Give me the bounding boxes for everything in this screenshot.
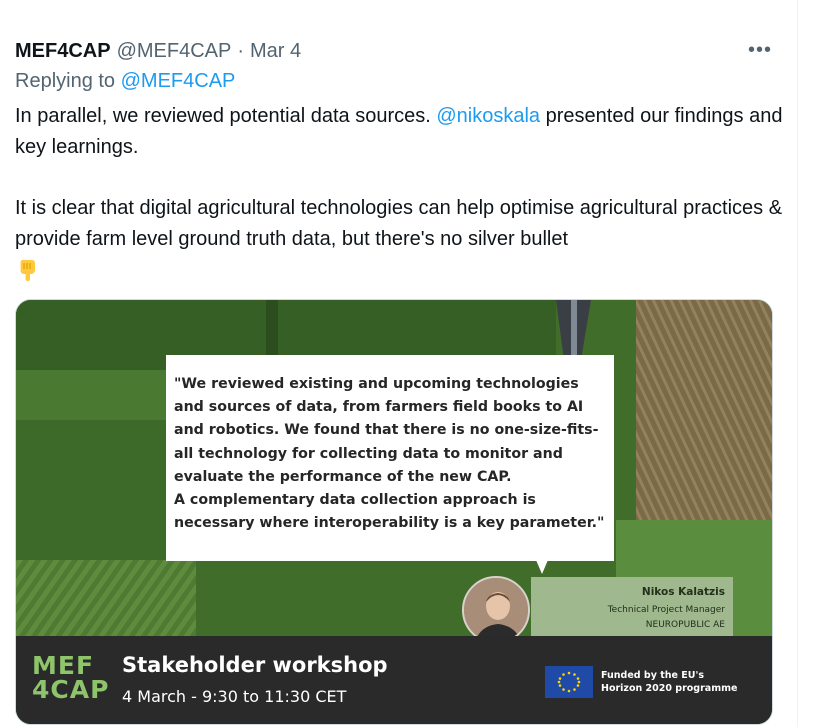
workshop-title: Stakeholder workshop bbox=[122, 653, 388, 677]
more-options-icon[interactable]: ••• bbox=[747, 38, 773, 62]
speaker-avatar bbox=[462, 576, 530, 644]
replying-to-link[interactable]: @MEF4CAP bbox=[121, 70, 236, 92]
eu-funding-text: Funded by the EU's Horizon 2020 programm… bbox=[601, 670, 738, 694]
replying-prefix: Replying to bbox=[15, 70, 116, 92]
logo-line2: 4CAP bbox=[32, 675, 110, 704]
mention-link[interactable]: @nikoskala bbox=[436, 105, 540, 127]
tweet-text-para2: It is clear that digital agricultural te… bbox=[15, 197, 783, 250]
author-handle[interactable]: @MEF4CAP bbox=[117, 40, 232, 63]
tweet-text: In parallel, we reviewed potential data … bbox=[15, 101, 790, 285]
speaker-org: NEUROPUBLIC AE bbox=[645, 620, 725, 630]
column-divider bbox=[797, 0, 798, 727]
media-card[interactable]: "We reviewed existing and upcoming techn… bbox=[15, 299, 773, 725]
eu-flag-icon bbox=[545, 666, 593, 698]
speaker-name: Nikos Kalatzis bbox=[641, 586, 725, 598]
workshop-date: 4 March - 9:30 to 11:30 CET bbox=[122, 687, 347, 706]
backhand-index-pointing-down-icon bbox=[20, 259, 35, 281]
replying-to: Replying to @MEF4CAP bbox=[15, 70, 235, 93]
quote-box: "We reviewed existing and upcoming techn… bbox=[166, 355, 614, 561]
quote-text: "We reviewed existing and upcoming techn… bbox=[174, 376, 605, 532]
tweet-date[interactable]: Mar 4 bbox=[250, 40, 301, 63]
media-footer: MEF 4CAP Stakeholder workshop 4 March - … bbox=[16, 636, 772, 724]
quote-pointer bbox=[536, 560, 548, 574]
author-name[interactable]: MEF4CAP bbox=[15, 40, 111, 63]
tweet-header: MEF4CAP @MEF4CAP · Mar 4 bbox=[15, 38, 301, 64]
mef4cap-logo: MEF 4CAP bbox=[32, 653, 110, 704]
tweet-text-part1: In parallel, we reviewed potential data … bbox=[15, 105, 431, 127]
speaker-role: Technical Project Manager bbox=[607, 605, 725, 615]
speaker-box: Nikos Kalatzis Technical Project Manager… bbox=[531, 577, 733, 637]
separator: · bbox=[237, 39, 245, 62]
